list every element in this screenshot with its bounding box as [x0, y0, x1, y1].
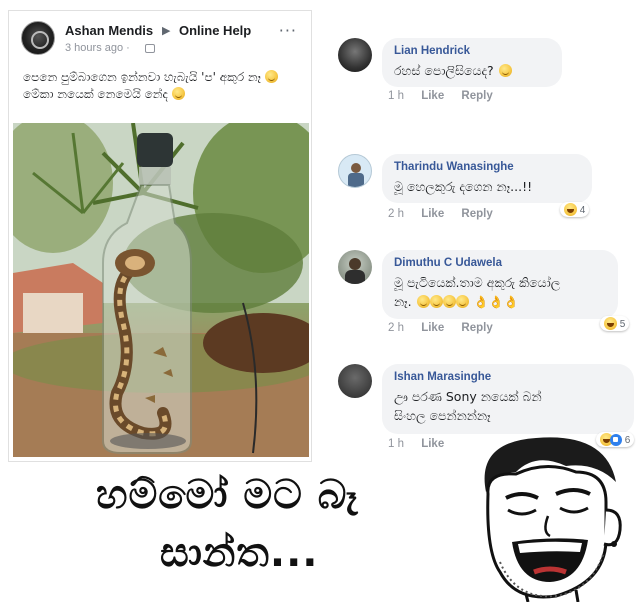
comment: Dimuthu C Udawela මූ පැටියෙක්.තාම අකුරු …: [338, 250, 634, 342]
smile-emoji-icon: [264, 70, 278, 83]
like-button[interactable]: Like: [421, 208, 444, 220]
comment-time[interactable]: 2 h: [388, 322, 404, 334]
smile-emoji-icon: [171, 87, 185, 100]
post-text: පෙනෙ පුම්බාගෙන ඉන්නවා හැබැයි 'ප' අකුර නෑ…: [23, 69, 307, 103]
comment-bubble: Dimuthu C Udawela මූ පැටියෙක්.තාම අකුරු …: [382, 250, 618, 319]
post-header: Ashan Mendis ▶ Online Help 3 hours ago ·…: [21, 19, 303, 63]
privacy-icon: [145, 44, 155, 53]
like-button[interactable]: Like: [421, 322, 444, 334]
like-button[interactable]: Like: [421, 90, 444, 102]
comment-time[interactable]: 2 h: [388, 208, 404, 220]
smile-emoji-icon: [498, 64, 512, 77]
like-button[interactable]: Like: [421, 438, 444, 450]
comment-actions: 2 h Like Reply: [388, 322, 507, 334]
smile-emoji-icon: [429, 295, 443, 308]
commenter-avatar[interactable]: [338, 38, 372, 72]
comment-text-line-2: නෑ.: [394, 294, 412, 309]
comment-time[interactable]: 1 h: [388, 90, 404, 102]
reaction-count[interactable]: 4: [560, 202, 590, 217]
comment-text: මූ හෙලකුරු දගෙන නෑ...!!: [394, 179, 533, 194]
comment-time[interactable]: 1 h: [388, 438, 404, 450]
reaction-count-text: 4: [579, 205, 586, 216]
commenter-name[interactable]: Tharindu Wanasinghe: [394, 161, 580, 173]
comment-text: රහස් පොලිසියෙද?: [394, 63, 494, 78]
caption-line-2: සාන්ත...: [160, 530, 319, 576]
caption-line-1: හම්මෝ මට බෑ: [96, 472, 359, 518]
post-options-icon[interactable]: ···: [279, 21, 297, 40]
haha-reaction-icon: [604, 317, 617, 330]
author-avatar[interactable]: [21, 21, 55, 55]
commenter-avatar[interactable]: [338, 364, 372, 398]
post-text-line: පෙනෙ පුම්බාගෙන ඉන්නවා හැබැයි 'ප' අකුර නෑ: [23, 70, 261, 84]
commenter-name[interactable]: Lian Hendrick: [394, 45, 550, 57]
haha-reaction-icon: [564, 203, 577, 216]
smile-emoji-icon: [416, 295, 430, 308]
comment-text-line-2: සිංහල පෙන්නන්නෑ: [394, 408, 491, 423]
comment: Tharindu Wanasinghe මූ හෙලකුරු දගෙන නෑ..…: [338, 154, 634, 234]
post-card: Ashan Mendis ▶ Online Help 3 hours ago ·…: [8, 10, 312, 462]
commenter-avatar[interactable]: [338, 250, 372, 284]
comment-text: මූ පැටියෙක්.තාම අකුරු කියෝල: [394, 275, 561, 290]
post-group-name[interactable]: Online Help: [179, 23, 251, 38]
comment: Lian Hendrick රහස් පොලිසියෙද? 1 h Like R…: [338, 38, 634, 118]
cobra-in-bottle-photo: [13, 123, 309, 457]
comment-actions: 1 h Like Reply: [388, 90, 507, 102]
reaction-count-text: 5: [619, 319, 626, 330]
comment-bubble: Tharindu Wanasinghe මූ හෙලකුරු දගෙන නෑ..…: [382, 154, 592, 203]
reply-button[interactable]: Reply: [461, 208, 492, 220]
post-photo[interactable]: [13, 123, 309, 457]
reply-button[interactable]: Reply: [461, 322, 492, 334]
post-timestamp[interactable]: 3 hours ago ·: [65, 42, 130, 54]
arrow-icon: ▶: [162, 24, 171, 37]
ok-hand-emojis: 👌👌👌: [473, 295, 519, 309]
reaction-count[interactable]: 5: [600, 316, 630, 331]
comment-actions: 2 h Like Reply: [388, 208, 507, 220]
laughing-meme-face: [484, 437, 622, 602]
comment-actions: 1 h Like: [388, 438, 458, 450]
smile-emoji-icon: [455, 295, 469, 308]
comment-text: ඌ පරණ Sony නයෙක් බන්: [394, 389, 542, 404]
commenter-avatar[interactable]: [338, 154, 372, 188]
comment-bubble: Lian Hendrick රහස් පොලිසියෙද?: [382, 38, 562, 87]
post-text-line-2: මේකා නයෙක් නෙමෙයි නේද: [23, 87, 168, 101]
commenter-name[interactable]: Ishan Marasinghe: [394, 371, 622, 383]
comment-bubble: Ishan Marasinghe ඌ පරණ Sony නයෙක් බන් සි…: [382, 364, 634, 434]
reply-button[interactable]: Reply: [461, 90, 492, 102]
smile-emoji-icon: [442, 295, 456, 308]
post-author-name[interactable]: Ashan Mendis: [65, 23, 153, 38]
commenter-name[interactable]: Dimuthu C Udawela: [394, 257, 606, 269]
